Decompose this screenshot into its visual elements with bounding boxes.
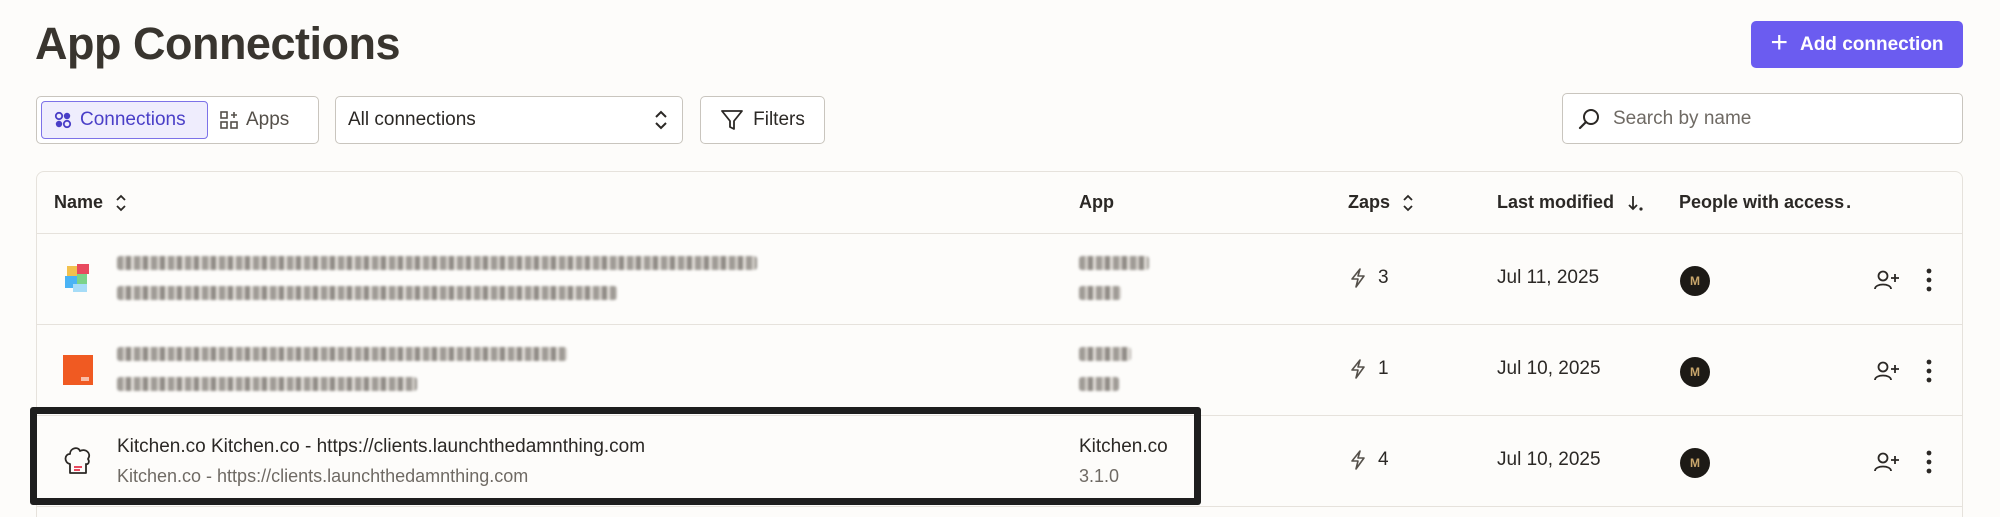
table-header: Name App Zaps Last modified People with … [37,172,1962,234]
table-row[interactable]: 1 Jul 10, 2025 M [37,325,1962,416]
search-icon [1578,108,1599,129]
avatar-logo-icon: M [1690,274,1700,288]
app-connections-page: App Connections + Add connection Connect… [0,0,2000,517]
column-people-label: People with access [1679,192,1845,212]
column-app: App [1079,192,1114,213]
lightning-icon [1351,359,1365,379]
search-input[interactable] [1613,107,1943,130]
multicolor-app-icon [65,264,89,292]
column-last-modified-label: Last modified [1497,192,1615,212]
view-switch: Connections Apps [36,96,319,144]
connection-sub: Kitchen.co - https://clients.launchtheda… [117,466,529,486]
app-name-redacted [1079,254,1149,276]
column-last-modified[interactable]: Last modified [1497,192,1644,213]
connection-sub-redacted [117,284,617,305]
column-name[interactable]: Name [54,192,127,213]
avatar[interactable]: M [1680,448,1710,478]
table-row[interactable]: 3 Jul 11, 2025 M [37,234,1962,325]
filters-button[interactable]: Filters [700,96,825,144]
sort-icon [116,194,126,211]
connection-name-redacted [117,254,757,276]
app-version: 3.1.0 [1079,466,1120,486]
more-vertical-icon[interactable] [1924,449,1934,475]
add-person-icon[interactable] [1874,451,1900,473]
dot-icon: . [1846,192,1852,212]
zaps-value: 4 [1378,449,1389,470]
connections-table: Name App Zaps Last modified People with … [36,171,1963,517]
zaps-count: 1 [1350,358,1389,380]
last-modified: Jul 10, 2025 [1497,449,1601,470]
tab-apps[interactable]: Apps [208,101,301,139]
orange-app-icon [63,355,93,385]
funnel-icon [721,110,744,130]
add-person-icon[interactable] [1874,269,1900,291]
lightning-icon [1351,268,1365,288]
more-vertical-icon[interactable] [1924,358,1934,384]
app-name: Kitchen.co [1079,436,1168,457]
add-connection-button[interactable]: + Add connection [1751,21,1963,68]
zaps-value: 1 [1378,358,1389,379]
more-vertical-icon[interactable] [1924,267,1934,293]
chef-hat-icon [64,447,91,474]
table-row[interactable]: Kitchen.co Kitchen.co - https://clients.… [37,416,1962,507]
lightning-icon [1351,450,1365,470]
last-modified: Jul 10, 2025 [1497,358,1601,379]
column-app-label: App [1079,192,1114,212]
column-name-label: Name [54,192,104,212]
sort-icon [1403,194,1413,211]
apps-grid-icon [220,111,238,129]
app-version-redacted [1079,375,1119,396]
tab-apps-label: Apps [246,109,290,130]
avatar[interactable]: M [1680,266,1710,296]
chevron-up-down-icon [655,110,667,130]
connections-filter-select[interactable]: All connections [335,96,683,144]
tab-connections-label: Connections [80,109,186,130]
zaps-count: 3 [1350,267,1389,289]
connection-sub-redacted [117,375,417,396]
avatar[interactable]: M [1680,357,1710,387]
connections-filter-value: All connections [348,109,476,130]
search-box [1562,93,1963,144]
app-version-redacted [1079,284,1121,305]
add-connection-label: Add connection [1799,33,1944,55]
add-person-icon[interactable] [1874,360,1900,382]
connections-icon [54,111,72,129]
connection-name: Kitchen.co Kitchen.co - https://clients.… [117,436,646,457]
avatar-logo-icon: M [1690,365,1700,379]
last-modified: Jul 11, 2025 [1497,267,1600,288]
filters-label: Filters [753,109,805,130]
column-zaps[interactable]: Zaps [1348,192,1414,213]
zaps-value: 3 [1378,267,1389,288]
zaps-count: 4 [1350,449,1389,471]
page-title: App Connections [35,18,400,69]
app-name-redacted [1079,345,1131,367]
column-people-with-access: People with access . [1679,192,1851,213]
tab-connections[interactable]: Connections [41,101,208,139]
connection-name-redacted [117,345,567,367]
avatar-logo-icon: M [1690,456,1700,470]
plus-icon: + [1770,26,1788,59]
column-zaps-label: Zaps [1348,192,1391,212]
sort-descending-icon [1628,195,1643,211]
